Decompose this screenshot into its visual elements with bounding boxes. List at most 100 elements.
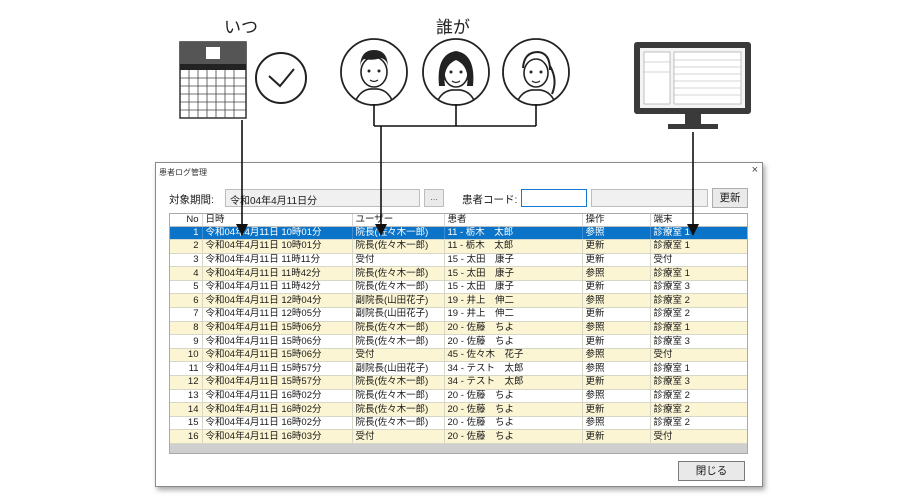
cell-col-datetime: 令和04年4月11日 16時02分 <box>202 402 353 417</box>
table-row[interactable]: 15 令和04年4月11日 16時02分 院長(佐々木一郎) 20 - 佐藤 ちよ 参照… <box>170 416 747 431</box>
cell-col-datetime: 令和04年4月11日 16時02分 <box>202 389 353 404</box>
cell-col-terminal: 診療室 1 <box>650 361 747 377</box>
cell-col-user: 副院長(山田花子) <box>352 361 445 377</box>
cell-col-patient: 20 - 佐藤 ちよ <box>444 429 583 444</box>
cell-col-user: 受付 <box>352 429 445 444</box>
cell-col-terminal: 診療室 2 <box>650 402 747 417</box>
table-header: No 日時 ユーザー 患者 操作 端末 <box>170 214 747 227</box>
table-row[interactable]: 6 令和04年4月11日 12時04分 副院長(山田花子) 19 - 井上 伸二 参照診… <box>170 293 747 309</box>
period-field[interactable]: 令和04年4月11日分 <box>225 189 420 207</box>
cell-col-patient: 20 - 佐藤 ちよ <box>444 334 583 349</box>
cell-col-user: 院長(佐々木一郎) <box>352 321 445 336</box>
cell-col-terminal: 診療室 2 <box>650 293 747 309</box>
table-row[interactable]: 4 令和04年4月11日 11時42分 院長(佐々木一郎) 15 - 太田 康子 参照診… <box>170 266 747 281</box>
patient-code-input[interactable] <box>521 189 587 207</box>
cell-col-user: 受付 <box>352 348 445 363</box>
cell-col-no: 16 <box>170 429 203 444</box>
header-col-patient[interactable]: 患者 <box>444 214 583 227</box>
cell-col-no: 2 <box>170 239 203 254</box>
patient-log-window: 患者ログ管理 × 対象期間: 令和04年4月11日分 ... 患者コード: 更新… <box>155 162 763 487</box>
cell-col-user: 院長(佐々木一郎) <box>352 226 445 241</box>
table-row[interactable]: 5 令和04年4月11日 11時42分 院長(佐々木一郎) 15 - 太田 康子 更新診… <box>170 280 747 295</box>
cell-col-terminal: 診療室 1 <box>650 266 747 281</box>
cell-col-no: 15 <box>170 416 203 431</box>
cell-col-no: 11 <box>170 361 203 377</box>
cell-col-no: 7 <box>170 307 203 322</box>
table-row[interactable]: 10 令和04年4月11日 15時06分 受付 45 - 佐々木 花子 参照 受付 <box>170 348 747 363</box>
period-picker-button[interactable]: ... <box>424 189 444 207</box>
cell-col-patient: 11 - 栃木 太郎 <box>444 239 583 254</box>
patient-code-label: 患者コード: <box>462 194 518 206</box>
cell-col-user: 受付 <box>352 253 445 268</box>
cell-col-patient: 34 - テスト 太郎 <box>444 361 583 377</box>
table-row[interactable]: 13 令和04年4月11日 16時02分 院長(佐々木一郎) 20 - 佐藤 ちよ 参照… <box>170 389 747 404</box>
cell-col-patient: 19 - 井上 伸二 <box>444 293 583 309</box>
cell-col-patient: 20 - 佐藤 ちよ <box>444 402 583 417</box>
cell-col-datetime: 令和04年4月11日 16時02分 <box>202 416 353 431</box>
cell-col-user: 院長(佐々木一郎) <box>352 280 445 295</box>
avatar-woman-icon <box>422 38 490 106</box>
table-row[interactable]: 11 令和04年4月11日 15時57分 副院長(山田花子) 34 - テスト 太郎参… <box>170 361 747 377</box>
table-row[interactable]: 7 令和04年4月11日 12時05分 副院長(山田花子) 19 - 井上 伸二 更新診… <box>170 307 747 322</box>
cell-col-user: 院長(佐々木一郎) <box>352 389 445 404</box>
cell-col-user: 副院長(山田花子) <box>352 293 445 309</box>
cell-col-datetime: 令和04年4月11日 11時11分 <box>202 253 353 268</box>
cell-col-terminal: 受付 <box>650 253 747 268</box>
cell-col-patient: 20 - 佐藤 ちよ <box>444 416 583 431</box>
table-row[interactable]: 8 令和04年4月11日 15時06分 院長(佐々木一郎) 20 - 佐藤 ちよ 参照診… <box>170 321 747 336</box>
table-row[interactable]: 16 令和04年4月11日 16時03分 受付 20 - 佐藤 ちよ 更新 受付 <box>170 429 747 444</box>
caption-who: 誰が <box>436 18 470 38</box>
window-title: 患者ログ管理 <box>159 168 207 177</box>
cell-col-no: 12 <box>170 375 203 390</box>
cell-col-patient: 15 - 太田 康子 <box>444 280 583 295</box>
cell-col-datetime: 令和04年4月11日 11時42分 <box>202 280 353 295</box>
header-col-terminal[interactable]: 端末 <box>650 214 747 227</box>
cell-col-no: 13 <box>170 389 203 404</box>
table-row[interactable]: 12 令和04年4月11日 15時57分 院長(佐々木一郎) 34 - テスト 太郎更… <box>170 375 747 390</box>
clock-icon <box>255 52 307 104</box>
cell-col-no: 14 <box>170 402 203 417</box>
cell-col-datetime: 令和04年4月11日 11時42分 <box>202 266 353 281</box>
table-row[interactable]: 3 令和04年4月11日 11時11分 受付 15 - 太田 康子 更新 受付 <box>170 253 747 268</box>
cell-col-operation: 参照 <box>582 226 651 241</box>
cell-col-operation: 参照 <box>582 266 651 281</box>
cell-col-datetime: 令和04年4月11日 15時06分 <box>202 348 353 363</box>
window-close-icon[interactable]: × <box>752 164 758 176</box>
cell-col-datetime: 令和04年4月11日 15時06分 <box>202 321 353 336</box>
cell-col-datetime: 令和04年4月11日 16時03分 <box>202 429 353 444</box>
cell-col-no: 5 <box>170 280 203 295</box>
cell-col-user: 院長(佐々木一郎) <box>352 239 445 254</box>
cell-col-no: 8 <box>170 321 203 336</box>
cell-col-no: 1 <box>170 226 203 241</box>
cell-col-terminal: 診療室 2 <box>650 389 747 404</box>
log-table: No 日時 ユーザー 患者 操作 端末 1 令和04年4月11日 10時01分 院長(佐々木一… <box>169 213 748 454</box>
close-button[interactable]: 閉じる <box>678 461 745 481</box>
cell-col-no: 4 <box>170 266 203 281</box>
cell-col-no: 9 <box>170 334 203 349</box>
header-col-operation[interactable]: 操作 <box>582 214 651 227</box>
header-col-datetime[interactable]: 日時 <box>202 214 353 227</box>
cell-col-operation: 更新 <box>582 239 651 254</box>
table-row[interactable]: 1 令和04年4月11日 10時01分 院長(佐々木一郎) 11 - 栃木 太郎 参照診… <box>170 226 747 241</box>
cell-col-no: 3 <box>170 253 203 268</box>
cell-col-datetime: 令和04年4月11日 15時57分 <box>202 361 353 377</box>
header-col-user[interactable]: ユーザー <box>352 214 445 227</box>
cell-col-patient: 45 - 佐々木 花子 <box>444 348 583 363</box>
cell-col-operation: 参照 <box>582 321 651 336</box>
cell-col-terminal: 診療室 3 <box>650 280 747 295</box>
table-row[interactable]: 9 令和04年4月11日 15時06分 院長(佐々木一郎) 20 - 佐藤 ちよ 更新診… <box>170 334 747 349</box>
cell-col-operation: 更新 <box>582 253 651 268</box>
cell-col-operation: 参照 <box>582 293 651 309</box>
header-col-no[interactable]: No <box>170 214 203 227</box>
cell-col-patient: 34 - テスト 太郎 <box>444 375 583 390</box>
table-row[interactable]: 14 令和04年4月11日 16時02分 院長(佐々木一郎) 20 - 佐藤 ちよ 更新… <box>170 402 747 417</box>
cell-col-no: 6 <box>170 293 203 309</box>
update-button[interactable]: 更新 <box>712 188 748 208</box>
cell-col-operation: 更新 <box>582 375 651 390</box>
cell-col-terminal: 受付 <box>650 429 747 444</box>
table-row[interactable]: 2 令和04年4月11日 10時01分 院長(佐々木一郎) 11 - 栃木 太郎 更新診… <box>170 239 747 254</box>
cell-col-datetime: 令和04年4月11日 15時06分 <box>202 334 353 349</box>
cell-col-user: 副院長(山田花子) <box>352 307 445 322</box>
avatar-man-icon <box>340 38 408 106</box>
cell-col-operation: 更新 <box>582 334 651 349</box>
